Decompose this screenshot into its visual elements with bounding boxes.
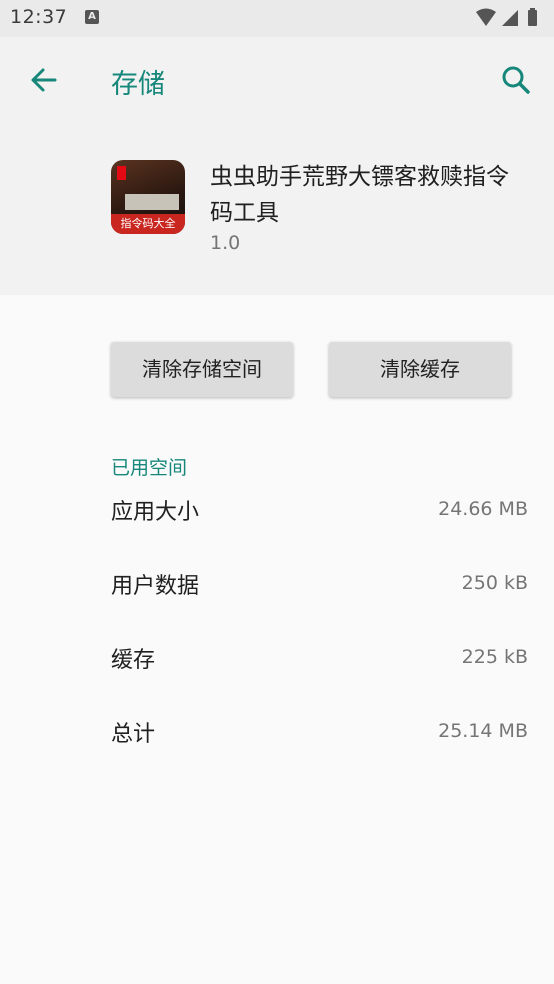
search-icon — [502, 66, 530, 94]
wifi-signal-battery-icons — [476, 8, 537, 26]
storage-row-value: 225 kB — [461, 646, 528, 668]
storage-row-label: 缓存 — [111, 648, 156, 673]
battery-icon — [528, 10, 537, 26]
game-logo-icon — [125, 194, 179, 210]
wifi-icon — [476, 8, 496, 26]
search-button[interactable] — [496, 60, 536, 100]
status-bar: 12:37 A — [0, 0, 554, 37]
storage-row-value: 24.66 MB — [438, 498, 528, 520]
storage-row-label: 用户数据 — [111, 574, 200, 599]
clear-storage-button[interactable]: 清除存储空间 — [111, 342, 293, 397]
storage-row-label: 应用大小 — [111, 500, 200, 525]
app-header: 存储 指令码大全 虫虫助手荒野大镖客救赎指令码工具 1.0 — [0, 37, 554, 295]
page-title: 存储 — [111, 69, 165, 100]
app-version: 1.0 — [210, 232, 241, 254]
status-icons — [474, 7, 546, 33]
app-icon-banner: 指令码大全 — [111, 214, 185, 234]
app-icon: 指令码大全 — [111, 160, 185, 234]
back-button[interactable] — [24, 60, 64, 100]
storage-row-value: 25.14 MB — [438, 720, 528, 742]
arrow-back-icon — [31, 68, 57, 92]
app-name: 虫虫助手荒野大镖客救赎指令码工具 — [210, 164, 509, 226]
storage-row-label: 总计 — [111, 722, 156, 747]
netflix-logo-icon — [117, 166, 126, 180]
signal-icon — [502, 10, 518, 26]
clear-cache-button[interactable]: 清除缓存 — [329, 342, 511, 397]
notification-icon: A — [85, 10, 99, 24]
section-title-used-space: 已用空间 — [111, 457, 188, 479]
status-time: 12:37 — [10, 6, 68, 28]
storage-row-value: 250 kB — [461, 572, 528, 594]
